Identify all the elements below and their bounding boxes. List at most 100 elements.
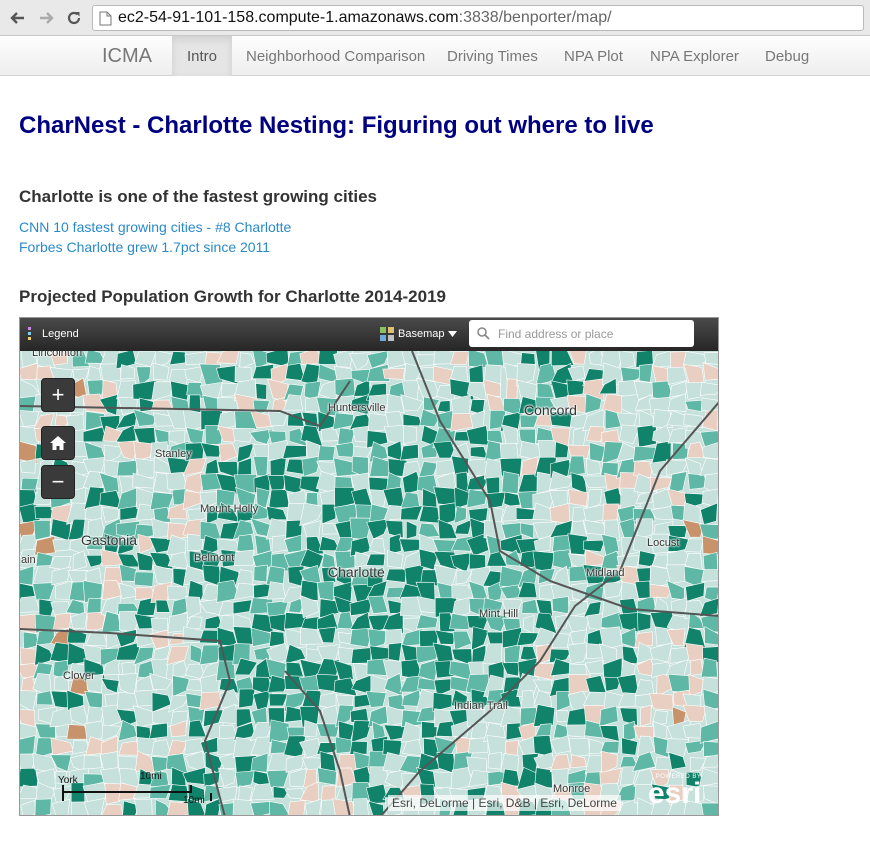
zoom-out-button[interactable]: − <box>41 465 75 499</box>
address-bar[interactable]: ec2-54-91-101-158.compute-1.amazonaws.co… <box>92 5 864 31</box>
basemap-icon <box>380 327 394 341</box>
map-tract <box>640 704 652 727</box>
map-tract <box>648 692 675 711</box>
place-label: Indian Trail <box>454 700 508 712</box>
legend-icon <box>28 327 31 340</box>
map-tract <box>232 798 254 815</box>
tab-intro[interactable]: Intro <box>172 36 233 76</box>
map-tract <box>234 366 252 383</box>
map-attribution[interactable]: Esri, DeLorme | Esri, D&B | Esri, DeLorm… <box>388 795 621 811</box>
map-tract <box>700 381 718 396</box>
page-icon <box>99 11 112 25</box>
map-tract <box>468 553 486 570</box>
map-tract <box>217 737 237 756</box>
map-tract <box>568 738 590 758</box>
tab-npa-explorer[interactable]: NPA Explorer <box>635 36 754 76</box>
map-tract <box>34 798 52 815</box>
map-tract <box>616 555 640 568</box>
map-tract <box>119 505 139 521</box>
map-toolbar: Legend Basemap <box>20 318 718 351</box>
map-tract <box>703 740 718 757</box>
map-tract <box>501 471 520 494</box>
map-tract <box>233 549 255 567</box>
map-tract <box>250 801 272 815</box>
tab-debug[interactable]: Debug <box>750 36 824 76</box>
search-icon <box>477 327 490 340</box>
home-icon <box>50 436 66 450</box>
place-label: Concord <box>524 402 577 418</box>
map-search-input[interactable] <box>498 326 678 341</box>
map-search[interactable] <box>469 320 694 347</box>
map-tract <box>399 444 419 461</box>
forward-icon[interactable] <box>34 6 58 30</box>
reload-icon[interactable] <box>62 6 86 30</box>
map-tract <box>266 581 286 600</box>
basemap-label: Basemap <box>398 328 445 340</box>
map-tract <box>52 539 73 552</box>
zoom-in-button[interactable]: + <box>41 378 75 412</box>
map-tract <box>387 642 403 662</box>
place-label: ain <box>21 554 36 566</box>
place-label: Monroe <box>553 783 591 795</box>
map-tract <box>521 599 539 614</box>
back-icon[interactable] <box>6 6 30 30</box>
map-tract <box>268 719 290 743</box>
map-tract <box>690 658 704 676</box>
place-label: Belmont <box>194 552 235 564</box>
map-tract <box>506 378 518 402</box>
choropleth-map[interactable] <box>20 351 719 816</box>
tab-driving-times[interactable]: Driving Times <box>432 36 553 76</box>
map-tract <box>316 580 335 601</box>
section-heading: Charlotte is one of the fastest growing … <box>19 187 377 206</box>
place-label: Locust <box>647 537 680 549</box>
map-tract <box>402 424 417 445</box>
map-tract <box>654 626 673 646</box>
map-heading: Projected Population Growth for Charlott… <box>19 287 446 306</box>
map-tract <box>349 740 368 755</box>
home-button[interactable] <box>41 426 75 460</box>
place-label: Stanley <box>155 448 192 460</box>
map-tract <box>149 722 168 740</box>
map-tract <box>533 704 556 727</box>
map-tract <box>317 445 336 461</box>
map-tract <box>382 368 406 380</box>
map-tract <box>232 599 253 615</box>
place-label: Clover <box>63 670 95 682</box>
place-label: Huntersville <box>328 402 386 414</box>
map-tract <box>238 688 256 709</box>
map-tract <box>33 520 51 541</box>
basemap-button[interactable]: Basemap <box>380 327 458 341</box>
esri-logo[interactable]: POWERED BY esri <box>648 774 702 810</box>
esri-wordmark: esri <box>648 777 702 810</box>
place-label: Gastonia <box>81 532 138 548</box>
map-tract <box>418 505 440 524</box>
map-tract <box>253 564 268 583</box>
map-tract <box>569 629 588 646</box>
tab-neighborhood-comparison[interactable]: Neighborhood Comparison <box>231 36 440 76</box>
cnn-link[interactable]: CNN 10 fastest growing cities - #8 Charl… <box>19 219 291 235</box>
map-tract <box>52 612 72 631</box>
url-path: :3838/benporter/map/ <box>458 9 612 26</box>
tab-npa-plot[interactable]: NPA Plot <box>549 36 638 76</box>
app-navbar: ICMA Intro Neighborhood Comparison Drivi… <box>0 36 870 76</box>
place-label: Mount Holly <box>200 503 259 515</box>
place-label: Midland <box>586 567 625 579</box>
brand[interactable]: ICMA <box>102 45 152 68</box>
map-tract <box>255 383 267 400</box>
map-widget[interactable]: Legend Basemap + − Lincolnton Huntersvil… <box>19 317 719 816</box>
map-tract <box>353 798 369 815</box>
map-tract <box>551 632 570 649</box>
legend-button[interactable]: Legend <box>28 327 79 341</box>
map-tract <box>487 751 502 770</box>
map-tract <box>637 612 652 632</box>
map-tract <box>385 568 407 583</box>
map-tract <box>287 800 306 815</box>
map-tract <box>268 489 290 509</box>
map-tract <box>486 735 507 755</box>
map-tract <box>282 444 307 459</box>
map-tract <box>485 476 500 495</box>
map-tract <box>83 754 103 770</box>
browser-toolbar: ec2-54-91-101-158.compute-1.amazonaws.co… <box>0 0 870 36</box>
forbes-link[interactable]: Forbes Charlotte grew 1.7pct since 2011 <box>19 239 270 255</box>
scale-label-bottom: 10mi <box>183 795 205 806</box>
